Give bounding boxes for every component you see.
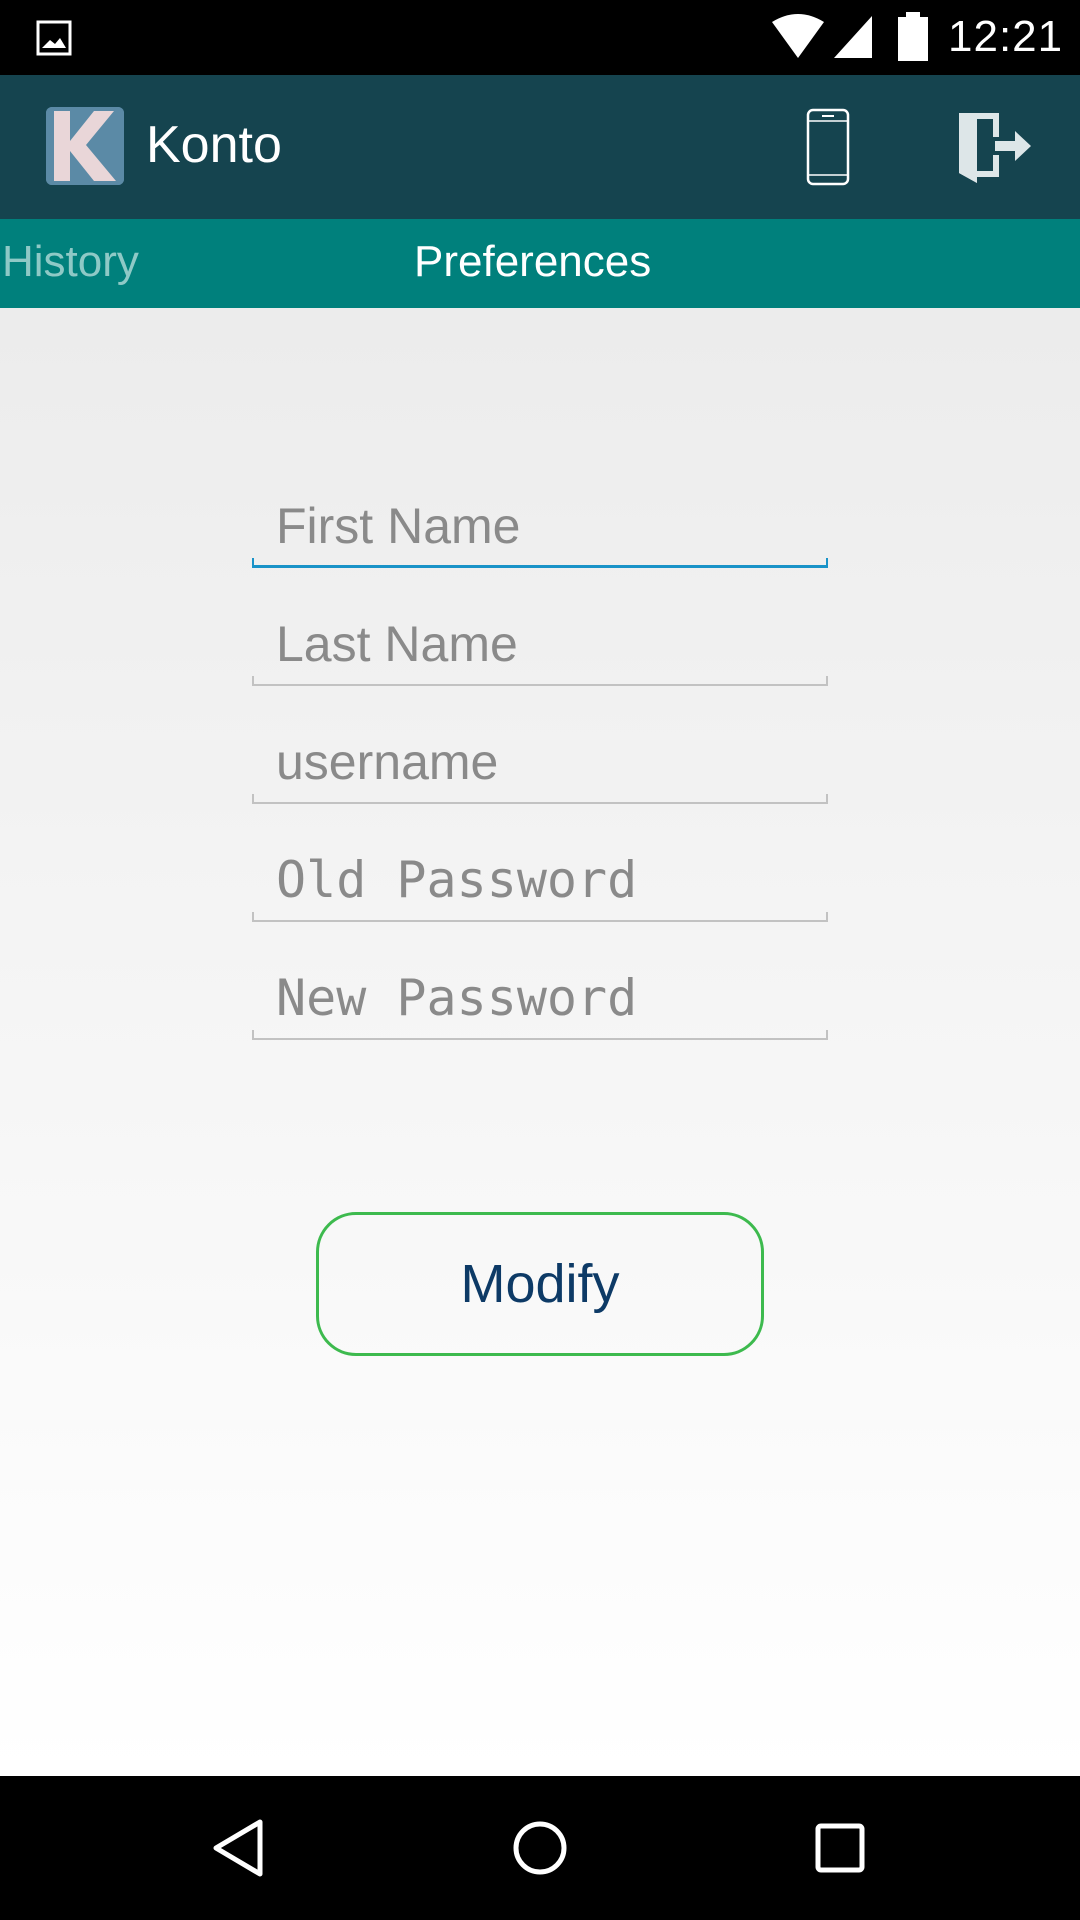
username-field[interactable] — [252, 726, 828, 798]
first-name-underline — [252, 558, 828, 568]
new-password-field-wrapper — [252, 962, 828, 1040]
new-password-field[interactable] — [252, 962, 828, 1034]
app-bar: Konto — [0, 75, 1080, 219]
tab-history[interactable]: History — [2, 237, 139, 287]
old-password-underline — [252, 912, 828, 922]
username-field-wrapper — [252, 726, 828, 804]
battery-icon — [898, 12, 928, 61]
cellular-signal-icon — [834, 16, 872, 58]
old-password-field-wrapper — [252, 844, 828, 922]
status-bar: 12:21 — [0, 0, 1080, 75]
phone-icon[interactable] — [805, 107, 851, 187]
modify-button[interactable]: Modify — [316, 1212, 764, 1356]
wifi-icon — [772, 14, 824, 58]
new-password-underline — [252, 1030, 828, 1040]
back-icon[interactable] — [204, 1812, 276, 1884]
preferences-form: Modify — [0, 308, 1080, 1776]
last-name-field[interactable] — [252, 608, 828, 680]
app-logo-icon — [46, 107, 124, 185]
first-name-field-wrapper — [252, 490, 828, 568]
app-title: Konto — [146, 116, 282, 174]
tab-preferences[interactable]: Preferences — [414, 237, 651, 287]
recents-icon[interactable] — [804, 1812, 876, 1884]
logout-icon[interactable] — [955, 105, 1035, 185]
first-name-field[interactable] — [252, 490, 828, 562]
image-notification-icon — [36, 20, 72, 56]
home-icon[interactable] — [504, 1812, 576, 1884]
status-clock: 12:21 — [948, 12, 1064, 61]
last-name-field-wrapper — [252, 608, 828, 686]
username-underline — [252, 794, 828, 804]
navigation-bar — [0, 1776, 1080, 1920]
last-name-underline — [252, 676, 828, 686]
old-password-field[interactable] — [252, 844, 828, 916]
tab-bar: History Preferences — [0, 219, 1080, 308]
